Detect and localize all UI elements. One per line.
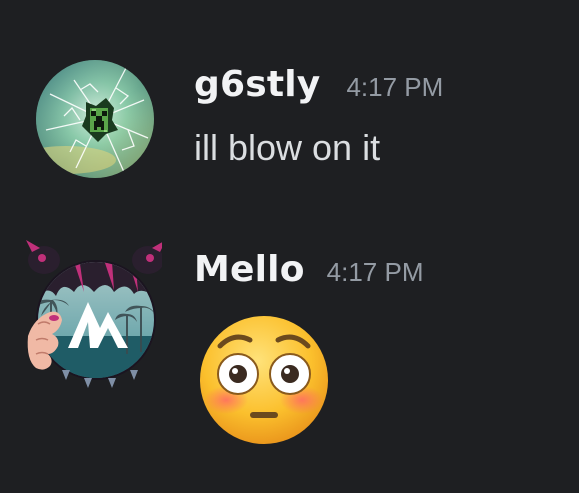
user-avatar[interactable] [36,60,154,178]
message-content: ill blow on it [194,127,381,168]
chat-message: g6stly 4:17 PM ill blow on it [0,60,579,184]
anime-girl-avatar-icon [26,240,166,388]
message-timestamp[interactable]: 4:17 PM [327,250,424,294]
message-header: g6stly 4:17 PM [194,63,443,109]
chat-message: Mello 4:17 PM [0,240,579,444]
flushed-face-emoji-icon[interactable] [196,312,332,448]
creeper-avatar-icon [36,60,154,178]
message-timestamp[interactable]: 4:17 PM [346,65,443,109]
chat-message-list: g6stly 4:17 PM ill blow on it Mello 4:17… [0,0,579,493]
message-header: Mello 4:17 PM [194,248,423,294]
username[interactable]: Mello [194,248,305,292]
username[interactable]: g6stly [194,63,320,107]
user-avatar[interactable] [22,240,166,390]
